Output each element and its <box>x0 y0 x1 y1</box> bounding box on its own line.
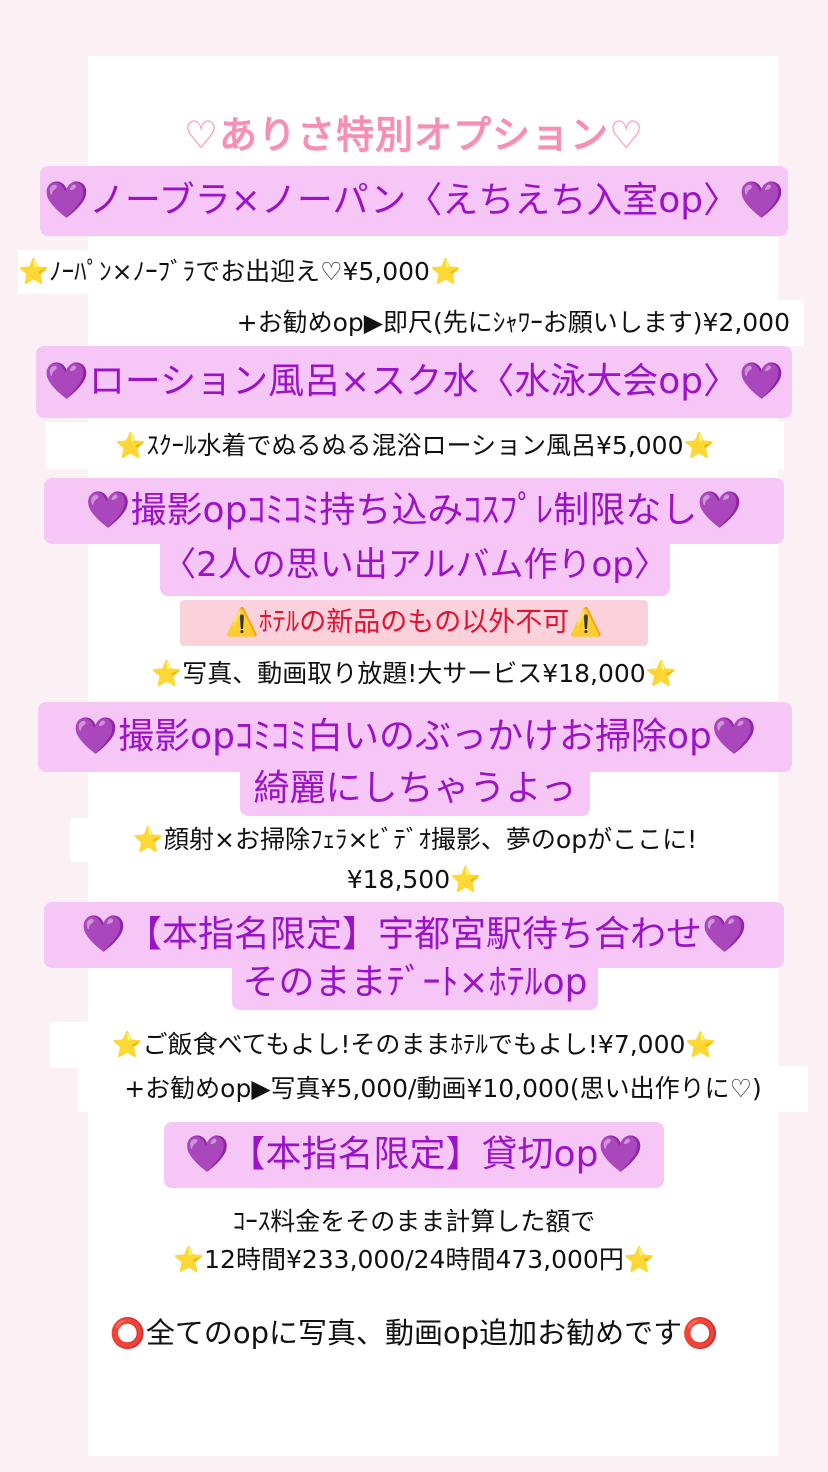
option-heading-nobra: 💜ノーブラ×ノーパン〈えちえち入室op〉💜 <box>40 166 788 236</box>
option-line-nobra-recommend: +お勧めop▶即尺(先にｼｬﾜｰお願いします)¥2,000 <box>112 300 804 346</box>
page-title: ♡ありさ特別オプション♡ <box>183 113 645 157</box>
option-heading-facial-cleanup: 💜撮影opｺﾐｺﾐ白いのぶっかけお掃除op💜 <box>38 702 792 772</box>
option-line-lotion-price: ⭐ｽｸｰﾙ水着でぬるぬる混浴ローション風呂¥5,000⭐ <box>46 422 784 470</box>
option-line-date-recommend: +お勧めop▶写真¥5,000/動画¥10,000(思い出作りに♡) <box>78 1066 808 1112</box>
option-line-facial-desc: ⭐顔射×お掃除ﾌｪﾗ×ﾋﾞﾃﾞｵ撮影、夢のopがここに! <box>70 818 760 862</box>
option-line-photo-price: ⭐写真、動画取り放題!大サービス¥18,000⭐ <box>104 650 724 698</box>
option-line-reserved-desc: ｺｰｽ料金をそのまま計算した額で <box>232 1207 596 1236</box>
option-heading-lotion: 💜ローション風呂×スク水〈水泳大会op〉💜 <box>36 346 792 418</box>
option-line-date-price: ⭐ご飯食べてもよし!そのままﾎﾃﾙでもよし!¥7,000⭐ <box>50 1022 778 1068</box>
option-heading-photo-cosplay: 💜撮影opｺﾐｺﾐ持ち込みｺｽﾌﾟﾚ制限なし💜 <box>44 478 784 544</box>
option-line-nobra-price: ⭐ﾉｰﾊﾟﾝ×ﾉｰﾌﾞﾗでお出迎え♡¥5,000⭐ <box>18 250 560 294</box>
option-subheading-album: 〈2人の思い出アルバム作りop〉 <box>160 536 670 596</box>
option-line-facial-price: ¥18,500⭐ <box>340 860 488 900</box>
hotel-item-warning: ⚠️ﾎﾃﾙの新品のもの以外不可⚠️ <box>180 600 648 646</box>
option-subheading-cleanup: 綺麗にしちゃうよっ <box>240 764 590 816</box>
option-heading-reserved: 💜【本指名限定】貸切op💜 <box>164 1122 664 1188</box>
option-line-reserved-price: ⭐12時間¥233,000/24時間473,000円⭐ <box>173 1245 655 1274</box>
footer-recommendation: ⭕全てのopに写真、動画op追加お勧めです⭕ <box>109 1316 719 1350</box>
option-subheading-date-hotel: そのままﾃﾞｰﾄ×ﾎﾃﾙop <box>232 958 598 1010</box>
